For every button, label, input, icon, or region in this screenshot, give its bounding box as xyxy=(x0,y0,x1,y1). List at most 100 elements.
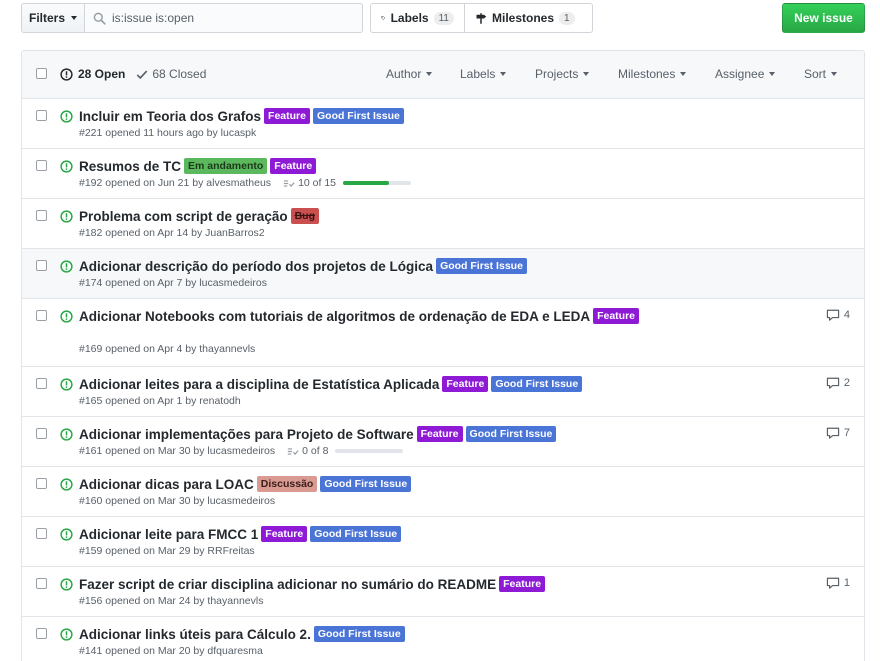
issue-meta-text: #141 opened on Mar 20 by dfquaresma xyxy=(79,645,263,657)
issue-checkbox[interactable] xyxy=(36,478,47,489)
issue-label[interactable]: Good First Issue xyxy=(312,108,404,124)
issue-label[interactable]: Feature xyxy=(264,108,310,124)
issue-checkbox[interactable] xyxy=(36,528,47,539)
issue-open-icon xyxy=(60,478,73,494)
sort-menu[interactable]: Sort xyxy=(804,67,838,81)
issue-label[interactable]: Feature xyxy=(442,376,489,392)
filters-search-group: Filters xyxy=(21,3,363,33)
search-icon xyxy=(93,12,106,25)
caret-down-icon xyxy=(680,72,687,76)
issue-title-link[interactable]: Adicionar links úteis para Cálculo 2. xyxy=(79,627,311,642)
comments-link[interactable]: 4 xyxy=(826,309,850,321)
issue-title-link[interactable]: Adicionar leites para a disciplina de Es… xyxy=(79,377,439,392)
issue-label[interactable]: Good First Issue xyxy=(436,258,527,274)
filter-menus: Author Labels Projects Milestones Assign… xyxy=(22,67,864,83)
milestones-nav-label: Milestones xyxy=(492,11,555,25)
issue-title-line: Adicionar Notebooks com tutoriais de alg… xyxy=(79,308,729,324)
issue-checkbox[interactable] xyxy=(36,428,47,439)
issue-title-link[interactable]: Adicionar Notebooks com tutoriais de alg… xyxy=(79,309,590,324)
issue-meta-text: #174 opened on Apr 7 by lucasmedeiros xyxy=(79,277,267,289)
issue-open-icon xyxy=(60,428,73,444)
caret-down-icon xyxy=(769,72,776,76)
issue-label[interactable]: Discussão xyxy=(256,476,318,492)
projects-filter-menu[interactable]: Projects xyxy=(535,67,590,81)
issue-checkbox[interactable] xyxy=(36,210,47,221)
milestone-progress[interactable]: 0 of 8 xyxy=(287,445,404,457)
milestones-nav-button[interactable]: Milestones 1 xyxy=(465,3,593,33)
issue-title-link[interactable]: Resumos de TC xyxy=(79,159,181,174)
issue-meta: #159 opened on Mar 29 by RRFreitas xyxy=(79,545,255,557)
issue-row: Fazer script de criar disciplina adicion… xyxy=(22,567,864,617)
issue-title-line: Fazer script de criar disciplina adicion… xyxy=(79,576,799,592)
issue-label[interactable]: Em andamento xyxy=(184,158,268,174)
issue-meta: #192 opened on Jun 21 by alvesmatheus 10 … xyxy=(79,177,412,189)
labels-filter-label: Labels xyxy=(460,67,496,81)
issue-open-icon xyxy=(60,578,73,594)
issue-title-link[interactable]: Incluir em Teoria dos Grafos xyxy=(79,109,261,124)
issue-rows: Incluir em Teoria dos Grafos Feature Good … xyxy=(22,99,864,661)
caret-down-icon xyxy=(426,72,433,76)
issue-title-line: Resumos de TC Em andamento Feature xyxy=(79,158,799,174)
issue-label[interactable]: Feature xyxy=(270,158,317,174)
comments-link[interactable]: 1 xyxy=(826,577,850,589)
issue-meta: #169 opened on Apr 4 by thayannevls xyxy=(79,343,255,355)
issue-title-link[interactable]: Adicionar implementações para Projeto de… xyxy=(79,427,414,442)
comments-link[interactable]: 7 xyxy=(826,427,850,439)
author-filter-menu[interactable]: Author xyxy=(386,67,433,81)
search-field[interactable] xyxy=(85,3,363,33)
issue-checkbox[interactable] xyxy=(36,110,47,121)
issue-label[interactable]: Good First Issue xyxy=(465,426,557,442)
assignee-filter-menu[interactable]: Assignee xyxy=(715,67,776,81)
issue-label[interactable]: Bug xyxy=(290,208,319,224)
issue-open-icon xyxy=(60,260,73,276)
issue-title-link[interactable]: Adicionar leite para FMCC 1 xyxy=(79,527,258,542)
issue-label[interactable]: Good First Issue xyxy=(310,526,402,542)
issue-title-link[interactable]: Problema com script de geração xyxy=(79,209,288,224)
filters-button-label: Filters xyxy=(28,11,65,25)
issue-meta: #165 opened on Apr 1 by renatodh xyxy=(79,395,241,407)
progress-fill xyxy=(343,181,389,185)
progress-text: 10 of 15 xyxy=(298,177,337,189)
issue-title-link[interactable]: Adicionar dicas para LOAC xyxy=(79,477,254,492)
issue-meta-text: #192 opened on Jun 21 by alvesmatheus xyxy=(79,177,272,189)
search-input[interactable] xyxy=(112,11,362,25)
issue-label[interactable]: Good First Issue xyxy=(320,476,412,492)
issues-list: 28 Open 68 Closed Author Labels Projects… xyxy=(21,50,865,661)
labels-nav-button[interactable]: Labels 11 xyxy=(370,3,465,33)
new-issue-button[interactable]: New issue xyxy=(782,3,865,33)
issue-label[interactable]: Feature xyxy=(593,308,640,324)
issue-checkbox[interactable] xyxy=(36,260,47,271)
issue-title-line: Adicionar leites para a disciplina de Es… xyxy=(79,376,799,392)
issue-label[interactable]: Good First Issue xyxy=(313,626,405,642)
issue-checkbox[interactable] xyxy=(36,628,47,639)
milestones-filter-label: Milestones xyxy=(618,67,676,81)
milestone-progress[interactable]: 10 of 15 xyxy=(283,177,412,189)
labels-count-badge: 11 xyxy=(433,11,454,25)
issue-title-link[interactable]: Fazer script de criar disciplina adicion… xyxy=(79,577,496,592)
issue-label[interactable]: Feature xyxy=(416,426,463,442)
issue-title-link[interactable]: Adicionar descrição do período dos proje… xyxy=(79,259,433,274)
progress-bar xyxy=(343,181,412,185)
issue-title-line: Adicionar links úteis para Cálculo 2. Goo… xyxy=(79,626,799,642)
sort-label: Sort xyxy=(804,67,827,81)
issue-open-icon xyxy=(60,210,73,226)
comment-icon xyxy=(826,377,840,389)
labels-filter-menu[interactable]: Labels xyxy=(460,67,507,81)
issue-meta: #161 opened on Mar 30 by lucasmedeiros 0 … xyxy=(79,445,404,457)
issue-label[interactable]: Good First Issue xyxy=(491,376,583,392)
filters-button[interactable]: Filters xyxy=(21,3,85,33)
issue-meta: #221 opened 11 hours ago by lucaspk xyxy=(79,127,256,139)
issue-title-line: Adicionar dicas para LOAC Discussão Good F… xyxy=(79,476,799,492)
issue-checkbox[interactable] xyxy=(36,310,47,321)
issue-meta-text: #159 opened on Mar 29 by RRFreitas xyxy=(79,545,255,557)
issue-checkbox[interactable] xyxy=(36,578,47,589)
issues-toolbar: Filters Labels 11 Milestones xyxy=(0,0,880,40)
milestones-filter-menu[interactable]: Milestones xyxy=(618,67,687,81)
issue-meta-text: #169 opened on Apr 4 by thayannevls xyxy=(79,343,256,355)
issue-label[interactable]: Feature xyxy=(261,526,308,542)
issue-checkbox[interactable] xyxy=(36,160,47,171)
progress-bar xyxy=(335,449,404,453)
issue-label[interactable]: Feature xyxy=(499,576,546,592)
issue-checkbox[interactable] xyxy=(36,378,47,389)
comments-link[interactable]: 2 xyxy=(826,377,850,389)
